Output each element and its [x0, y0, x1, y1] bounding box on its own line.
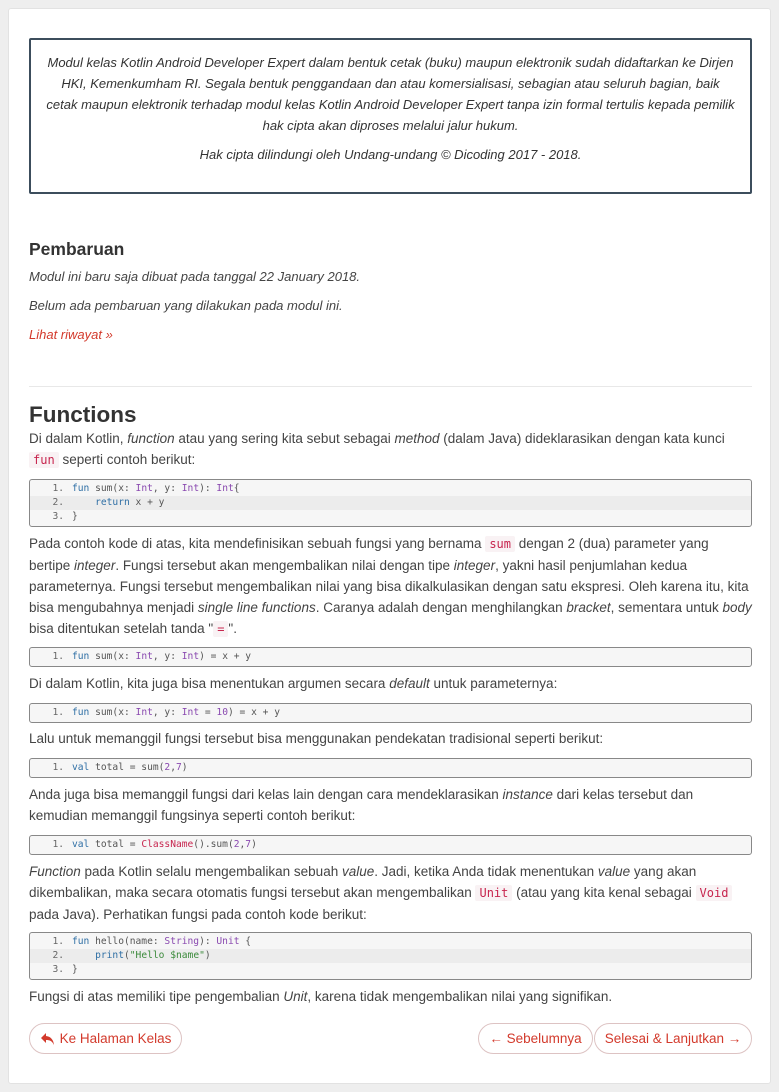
code-block-instance: 1. val total = ClassName().sum(2,7): [29, 835, 752, 855]
inline-code: Void: [695, 885, 733, 901]
copyright-holder: Hak cipta dilindungi oleh Undang-undang …: [199, 147, 582, 162]
code-line: 1. val total = ClassName().sum(2,7): [52, 839, 257, 850]
paragraph-intro: Di dalam Kotlin, function atau yang seri…: [29, 431, 725, 468]
update-none: Belum ada pembaruan yang dilakukan pada …: [29, 298, 343, 313]
paragraph-instance: Anda juga bisa memanggil fungsi dari kel…: [29, 787, 694, 823]
finish-continue-button[interactable]: Selesai & Lanjutkan →: [594, 1023, 752, 1054]
paragraph-unit-summary: Fungsi di atas memiliki tipe pengembalia…: [29, 989, 613, 1004]
paragraph-unit: Function pada Kotlin selalu mengembalika…: [29, 861, 752, 925]
code-block-call: 1. val total = sum(2,7): [29, 758, 752, 778]
code-block-sum: 1. fun sum(x: Int, y: Int): Int{ 2. retur…: [29, 479, 752, 527]
section-divider: [29, 386, 752, 387]
history-link[interactable]: Lihat riwayat »: [29, 327, 113, 342]
code-line: 1. fun hello(name: String): Unit {: [52, 936, 252, 947]
back-to-class-button[interactable]: Ke Halaman Kelas: [29, 1023, 182, 1054]
previous-button[interactable]: ← Sebelumnya: [478, 1023, 593, 1054]
code-block-hello: 1. fun hello(name: String): Unit { 2. pri…: [29, 932, 752, 980]
module-card: Modul kelas Kotlin Android Developer Exp…: [8, 8, 771, 1084]
code-line: 1. val total = sum(2,7): [52, 762, 188, 773]
code-line: 1. fun sum(x: Int, y: Int) = x + y: [52, 651, 252, 662]
code-line: 3.}: [52, 511, 78, 522]
reply-arrow-icon: [40, 1033, 54, 1045]
paragraph-call: Lalu untuk memanggil fungsi tersebut bis…: [29, 731, 604, 746]
inline-code: =: [213, 621, 229, 637]
update-title: Pembaruan: [29, 239, 125, 259]
code-line: 3.}: [52, 964, 78, 975]
code-block-default: 1. fun sum(x: Int, y: Int = 10) = x + y: [29, 703, 752, 723]
code-line: 2. return x + y: [30, 496, 751, 510]
code-line: 1. fun sum(x: Int, y: Int): Int{: [52, 483, 240, 494]
inline-code: Unit: [475, 885, 513, 901]
inline-code: sum: [485, 536, 515, 552]
section-title: Functions: [29, 402, 137, 427]
inline-code: fun: [29, 452, 59, 468]
copyright-notice: Modul kelas Kotlin Android Developer Exp…: [29, 38, 752, 194]
paragraph-sum-explanation: Pada contoh kode di atas, kita mendefini…: [29, 536, 752, 637]
code-line: 2. print("Hello $name"): [30, 949, 751, 963]
code-block-single-line: 1. fun sum(x: Int, y: Int) = x + y: [29, 647, 752, 667]
back-to-class-label: Ke Halaman Kelas: [59, 1031, 172, 1046]
paragraph-default-args: Di dalam Kotlin, kita juga bisa menentuk…: [29, 676, 558, 691]
update-created: Modul ini baru saja dibuat pada tanggal …: [29, 269, 361, 284]
copyright-text: Modul kelas Kotlin Android Developer Exp…: [46, 55, 735, 133]
code-line: 1. fun sum(x: Int, y: Int = 10) = x + y: [52, 707, 280, 718]
